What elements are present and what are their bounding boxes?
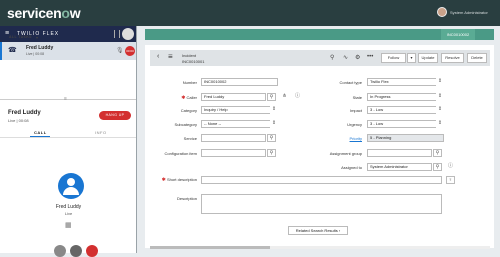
service-field[interactable] — [201, 134, 266, 142]
assigned-to-field[interactable]: System Administrator — [367, 163, 432, 171]
chevron-down-icon[interactable]: ▾ — [36, 35, 38, 40]
hang-up-button[interactable]: HANG UP — [99, 111, 131, 120]
more-options-icon[interactable]: ••• — [367, 54, 373, 60]
update-button[interactable]: Update — [418, 53, 438, 63]
category-select[interactable]: Inquiry / Help — [201, 106, 278, 114]
tabs-divider — [0, 137, 136, 138]
pause-icon[interactable] — [114, 30, 120, 38]
priority-field: 5 - Planning — [367, 134, 444, 142]
chevron-down-icon: ⇕ — [436, 93, 444, 101]
search-icon[interactable]: ⚲ — [433, 149, 442, 157]
chevron-down-icon: ⇕ — [436, 78, 444, 86]
phone-icon: ☎ — [8, 47, 17, 54]
activity-icon[interactable]: ∿ — [343, 54, 348, 61]
task-timer-badge: 00:00 — [125, 46, 135, 56]
service-label: Service — [183, 136, 197, 141]
contact-type-select[interactable]: Twilio Flex — [367, 78, 444, 86]
resolve-button[interactable]: Resolve — [441, 53, 464, 63]
chevron-down-icon: ⇕ — [270, 120, 278, 128]
subcategory-label: Subcategory — [174, 122, 197, 127]
scrollbar-thumb[interactable] — [150, 246, 270, 249]
urgency-select[interactable]: 3 - Low — [367, 120, 444, 128]
incident-form — [145, 45, 494, 248]
form-title: Incident — [182, 53, 197, 58]
follow-button[interactable]: Follow — [381, 53, 406, 63]
state-select[interactable]: In Progress — [367, 93, 444, 101]
lightbulb-icon[interactable]: ♀ — [446, 176, 455, 184]
number-label: Number — [182, 80, 197, 85]
related-search-results-button[interactable]: Related Search Results › — [288, 226, 348, 235]
record-tab[interactable]: INC0010002 — [441, 29, 475, 40]
urgency-label: Urgency — [347, 122, 362, 127]
hierarchy-icon[interactable]: ⋔ — [280, 93, 289, 101]
chevron-down-icon: ⇕ — [436, 106, 444, 114]
microphone-icon: 🎙 — [116, 48, 124, 54]
settings-icon[interactable]: ⚙ — [355, 54, 360, 61]
back-icon[interactable]: ‹ — [157, 53, 159, 60]
search-icon[interactable]: ⚲ — [267, 149, 276, 157]
configuration-item-field[interactable] — [201, 149, 266, 157]
task-caller-name: Fred Luddy — [26, 45, 54, 51]
drag-handle-icon[interactable]: ≡ — [64, 96, 67, 102]
flex-header: ≡ TWILIO FLEX — [0, 26, 136, 42]
hold-button[interactable] — [70, 245, 82, 257]
attachment-icon[interactable]: ⚲ — [330, 54, 334, 61]
follow-dropdown-button[interactable]: ▾ — [407, 53, 416, 63]
mute-button[interactable] — [54, 245, 66, 257]
task-status: Live | 00:08 — [26, 52, 45, 56]
short-description-field[interactable] — [201, 176, 442, 184]
configuration-item-label: Configuration item — [164, 151, 197, 156]
caller-name: Fred Luddy — [55, 204, 82, 210]
assignment-group-label: Assignment group — [329, 151, 362, 156]
assignment-group-field[interactable] — [367, 149, 432, 157]
chevron-down-icon: ⇕ — [436, 120, 444, 128]
panel-divider — [0, 99, 136, 100]
priority-link[interactable]: Priority — [310, 136, 362, 141]
caller-status: Live — [64, 211, 73, 216]
end-call-button[interactable] — [86, 245, 98, 257]
search-icon[interactable]: ⚲ — [267, 134, 276, 142]
caller-label: ✱ Caller — [181, 95, 197, 101]
info-icon[interactable]: ⓘ — [446, 163, 455, 171]
task-item[interactable]: ☎ Fred Luddy Live | 00:08 🎙 00:00 — [0, 42, 136, 60]
impact-select[interactable]: 3 - Low — [367, 106, 444, 114]
tab-call[interactable]: CALL — [34, 130, 47, 135]
call-caller-name: Fred Luddy — [8, 110, 41, 116]
call-status: Live | 00:08 — [8, 118, 29, 123]
user-name[interactable]: System Administrator — [450, 10, 488, 15]
form-number: INC0010001 — [182, 59, 205, 64]
user-icon — [67, 178, 75, 186]
subcategory-select[interactable]: -- None -- — [201, 120, 278, 128]
description-field[interactable] — [201, 194, 442, 214]
caller-field[interactable]: Fred Luddy — [201, 93, 266, 101]
contact-type-label: Contact type — [339, 80, 362, 85]
flex-panel: ≡ TWILIO FLEX ☎ Fred Luddy Live | 00:08 … — [0, 26, 137, 253]
all-tasks-label[interactable]: ALL TASKS — [9, 35, 32, 39]
keypad-icon[interactable]: ▦ — [65, 221, 72, 229]
search-icon[interactable]: ⚲ — [267, 93, 276, 101]
number-field[interactable]: INC0010002 — [201, 78, 278, 86]
state-label: State — [352, 95, 362, 100]
delete-button[interactable]: Delete — [467, 53, 487, 63]
search-icon[interactable]: ⚲ — [433, 163, 442, 171]
description-label: Description — [176, 196, 197, 201]
caller-avatar — [58, 173, 84, 199]
info-icon[interactable]: ⓘ — [293, 93, 302, 101]
top-bar: servicenow System Administrator — [0, 0, 500, 26]
assigned-to-label: Assigned to — [341, 165, 362, 170]
user-avatar[interactable] — [437, 7, 447, 17]
active-tab-indicator — [30, 136, 50, 137]
chevron-down-icon: ⇕ — [270, 106, 278, 114]
servicenow-logo[interactable]: servicenow — [7, 5, 81, 21]
tab-info[interactable]: INFO — [95, 130, 107, 135]
impact-label: Impact — [349, 108, 362, 113]
agent-avatar[interactable] — [122, 28, 134, 40]
short-description-label: ✱ Short description — [161, 177, 197, 183]
context-menu-icon[interactable]: ≡ — [168, 52, 173, 61]
category-label: Category — [180, 108, 197, 113]
